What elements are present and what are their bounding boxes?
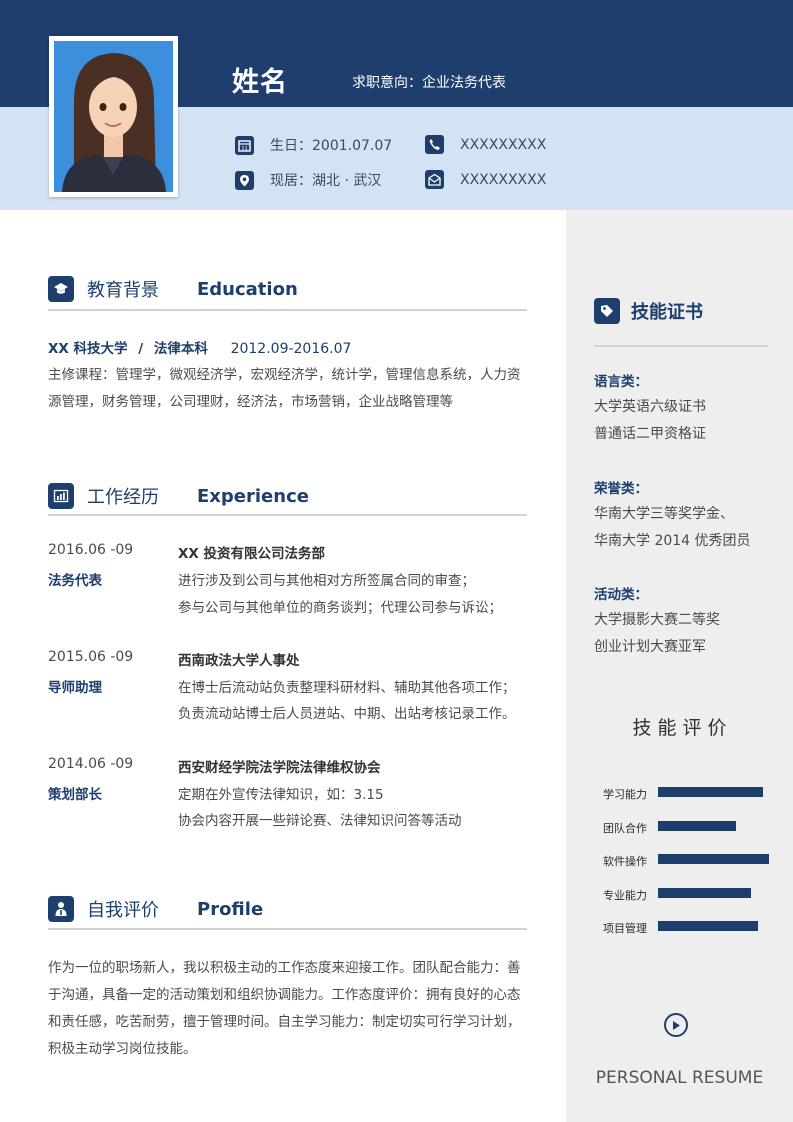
graduation-cap-icon: [48, 276, 74, 302]
work-role: 策划部长: [48, 787, 102, 803]
work-date: 2015.06 -09: [48, 649, 134, 665]
honor-item: 华南大学三等奖学金、: [594, 506, 734, 522]
education-courses-2: 源管理，财务管理，公司理财，经济法，市场营销，企业战略管理等: [48, 394, 453, 410]
honor-item: 华南大学 2014 优秀团员: [594, 533, 751, 549]
avatar: [54, 41, 173, 192]
skill-label: 学习能力: [603, 788, 647, 801]
education-courses-1: 主修课程：管理学，微观经济学，宏观经济学，统计学，管理信息系统，人力资: [48, 367, 521, 383]
job-intent: 求职意向：企业法务代表: [352, 75, 506, 91]
work-heading: 工作经历 Experience: [48, 483, 309, 509]
email-text: XXXXXXXXX: [460, 171, 547, 188]
work-role: 导师助理: [48, 680, 102, 696]
profile-text-4: 积极主动学习岗位技能。: [48, 1041, 197, 1057]
phone-text: XXXXXXXXX: [460, 136, 547, 153]
work-org: 西南政法大学人事处: [178, 653, 300, 669]
email-row: XXXXXXXXX: [425, 170, 546, 189]
phone-row: XXXXXXXXX: [425, 135, 546, 154]
education-divider: [48, 309, 527, 311]
personal-resume-label: PERSONAL RESUME: [595, 1068, 764, 1088]
profile-title-cn: 自我评价: [87, 900, 159, 921]
skill-bar: [658, 854, 769, 864]
chart-icon: [48, 483, 74, 509]
calendar-icon: 11: [235, 135, 254, 155]
certs-title: 技能证书: [631, 302, 703, 323]
activity-item: 大学摄影大赛二等奖: [594, 612, 720, 628]
work-org: XX 投资有限公司法务部: [178, 546, 326, 562]
play-circle-icon: [664, 1013, 688, 1037]
skill-label: 团队合作: [603, 821, 647, 835]
education-title-en: Education: [197, 278, 298, 300]
work-date: 2014.06 -09: [48, 756, 134, 772]
work-desc-1: 进行涉及到公司与其他相对方所签属合同的审查；: [178, 573, 475, 589]
skills-title: 技 能 评 价: [632, 717, 727, 739]
language-heading: 语言类：: [594, 374, 648, 390]
work-role: 法务代表: [48, 573, 102, 589]
skill-bar: [658, 787, 763, 797]
profile-heading: 自我评价 Profile: [48, 896, 263, 922]
profile-title-en: Profile: [197, 898, 264, 920]
work-org: 西安财经学院法学院法律维权协会: [178, 760, 381, 776]
work-desc-2: 负责流动站博士后人员进站、中期、出站考核记录工作。: [178, 706, 516, 722]
work-date: 2016.06 -09: [48, 542, 134, 558]
birthday-text: 生日：2001.07.07: [270, 138, 393, 154]
person-icon: [48, 896, 74, 922]
mail-icon: [425, 170, 444, 189]
birthday-row: 11 生日：2001.07.07: [235, 135, 392, 155]
work-desc-2: 参与公司与其他单位的商务谈判；代理公司参与诉讼；: [178, 600, 502, 616]
residence-row: 现居：湖北 · 武汉: [235, 170, 381, 190]
skill-label: 专业能力: [603, 888, 647, 902]
profile-divider: [48, 928, 527, 930]
profile-text-2: 于沟通，具备一定的活动策划和组织协调能力。工作态度评价：拥有良好的心态: [48, 987, 521, 1003]
location-icon: [235, 170, 254, 190]
work-title-cn: 工作经历: [87, 487, 159, 508]
skill-bar: [658, 820, 736, 831]
school-period: 2012.09-2016.07: [230, 341, 352, 357]
honor-heading: 荣誉类：: [594, 481, 648, 497]
profile-photo: [49, 36, 178, 197]
education-title-cn: 教育背景: [87, 280, 159, 301]
certs-heading: 技能证书: [594, 298, 703, 324]
residence-text: 现居：湖北 · 武汉: [270, 173, 382, 189]
work-title-en: Experience: [197, 485, 309, 507]
tag-icon: [594, 298, 620, 324]
language-item: 普通话二甲资格证: [594, 426, 706, 442]
school-major: 法律本科: [153, 341, 208, 357]
phone-icon: [425, 135, 444, 154]
work-desc-1: 在博士后流动站负责整理科研材料、辅助其他各项工作；: [178, 680, 516, 696]
certs-divider: [594, 345, 768, 347]
work-desc-2: 协会内容开展一些辩论赛、法律知识问答等活动: [178, 813, 462, 829]
education-heading: 教育背景 Education: [48, 276, 298, 302]
school-name: XX 科技大学: [48, 341, 128, 357]
work-divider: [48, 514, 527, 516]
skill-label: 软件操作: [603, 855, 647, 868]
activity-item: 创业计划大赛亚军: [594, 639, 706, 655]
svg-text:11: 11: [241, 146, 247, 152]
language-item: 大学英语六级证书: [594, 399, 706, 415]
school-separator: /: [138, 341, 144, 357]
skill-bar: [658, 887, 751, 898]
profile-text-3: 和责任感，吃苦耐劳，擅于管理时间。自主学习能力：制定切实可行学习计划，: [48, 1014, 521, 1030]
activity-heading: 活动类：: [594, 587, 648, 603]
skill-label: 项目管理: [603, 922, 647, 935]
profile-text-1: 作为一位的职场新人，我以积极主动的工作态度来迎接工作。团队配合能力：善: [48, 960, 521, 976]
work-desc-1: 定期在外宣传法律知识，如：3.15: [178, 787, 384, 803]
skill-bar: [658, 921, 758, 931]
education-school: XX 科技大学 / 法律本科 2012.09-2016.07: [48, 337, 351, 357]
candidate-name: 姓名: [232, 67, 288, 98]
